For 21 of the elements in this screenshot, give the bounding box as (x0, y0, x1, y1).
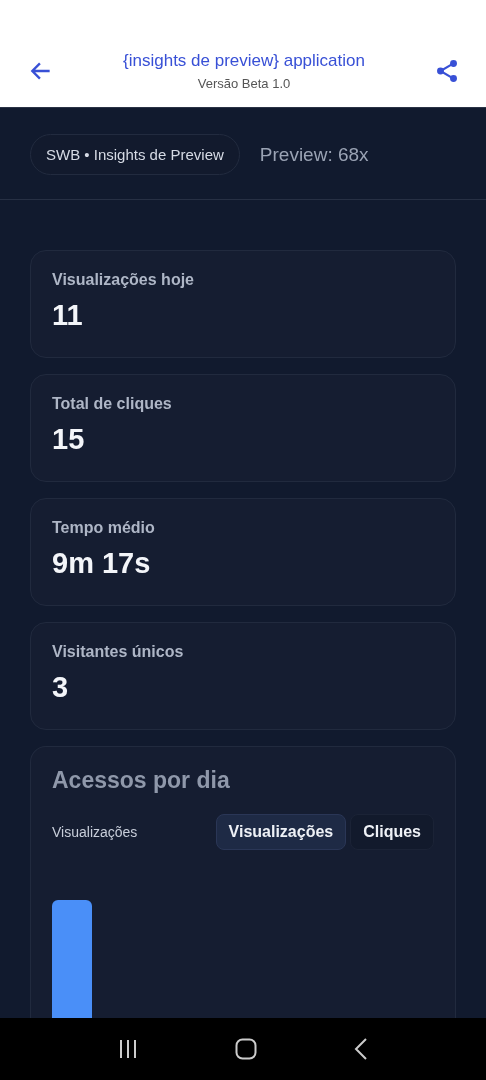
app-title: {insights de preview} application (123, 51, 365, 71)
source-chip: SWB • Insights de Preview (30, 134, 240, 175)
stat-label: Visitantes únicos (52, 643, 185, 661)
recent-apps-icon[interactable] (118, 1040, 139, 1058)
stat-value: 3 (52, 671, 70, 704)
chart-tab[interactable]: Visualizações (215, 814, 347, 850)
chart-tab[interactable]: Cliques (350, 814, 434, 850)
home-icon[interactable] (235, 1038, 257, 1060)
preview-count: Preview: 68x (259, 143, 369, 166)
share-button[interactable] (434, 58, 460, 84)
stat-value: 9m 17s (52, 547, 152, 580)
series-label: Visualizações (52, 824, 138, 840)
stat-value: 11 (52, 299, 84, 332)
share-icon (434, 58, 460, 84)
stat-label: Tempo médio (52, 519, 156, 537)
chart-title: Acessos por dia (52, 767, 231, 794)
stat-label: Total de cliques (52, 395, 173, 413)
back-icon[interactable] (353, 1038, 368, 1060)
version-label: Versão Beta 1.0 (197, 76, 291, 91)
stat-label: Visualizações hoje (52, 271, 195, 289)
stat-value: 15 (52, 423, 86, 456)
